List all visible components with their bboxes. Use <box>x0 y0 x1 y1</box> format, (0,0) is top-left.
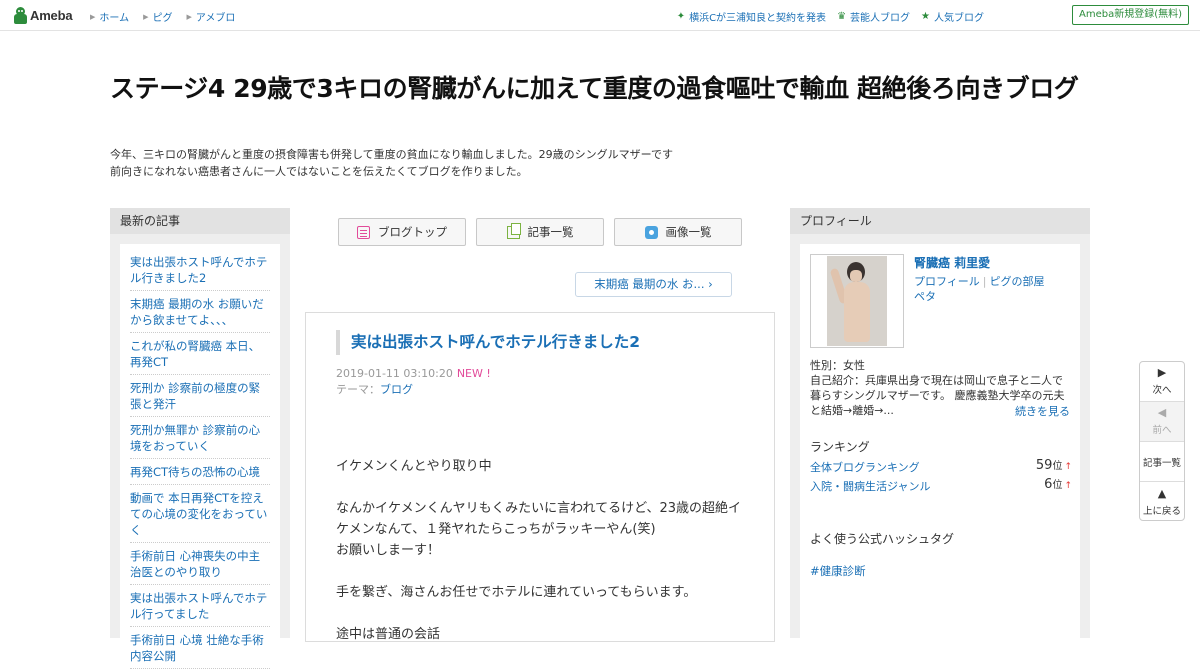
back-to-top-button[interactable]: ▲ 上に戻る <box>1140 482 1184 522</box>
blog-nav-buttons: ブログトップ 記事一覧 画像一覧 <box>338 218 742 246</box>
side-article-list-button[interactable]: 記事一覧 <box>1140 442 1184 482</box>
peta-link[interactable]: ペタ <box>914 290 936 303</box>
header-link-news[interactable]: ✦ 横浜Cが三浦知良と契約を発表 <box>677 9 826 24</box>
profile-heading: プロフィール <box>790 208 1090 234</box>
header-link-popular[interactable]: ★ 人気ブログ <box>921 9 984 24</box>
profile-gender: 性別：女性 <box>810 359 865 372</box>
article-paragraph: 手を繋ぎ、海さんお任せでホテルに連れていってもらいます。 <box>336 585 697 600</box>
triangle-left-icon: ◀ <box>1157 406 1167 419</box>
article-paragraph: なんかイケメンくんヤリもくみたいに言われてるけど、23歳の超絶イケメンなんて、１… <box>336 501 741 558</box>
blog-top-icon <box>357 225 370 239</box>
nav-arrow-icon: ▶ <box>143 12 149 21</box>
sparkle-icon: ✦ <box>676 11 686 22</box>
article-meta: 2019-01-11 03:10:20 NEW ! テーマ：ブログ <box>336 366 491 398</box>
next-article-link[interactable]: 末期癌 最期の水 お... › <box>575 272 732 297</box>
recent-articles-list: 実は出張ホスト呼んでホテル行きました2 末期癌 最期の水 お願いだから飲ませてよ… <box>120 244 280 669</box>
article-paragraph: 途中は普通の会話 <box>336 627 441 642</box>
global-header: Ameba ▶ ホーム ▶ ピグ ▶ アメブロ ✦ 横浜Cが三浦知良と契約を発表 ♛ 芸能… <box>0 0 1200 31</box>
blog-top-button[interactable]: ブログトップ <box>338 218 466 246</box>
recent-articles-heading: 最新の記事 <box>110 208 290 234</box>
header-links: ✦ 横浜Cが三浦知良と契約を発表 ♛ 芸能人ブログ ★ 人気ブログ <box>677 9 984 24</box>
article-date: 2019-01-11 03:10:20 <box>336 367 453 380</box>
nav-arrow-icon: ▶ <box>90 12 96 21</box>
recent-article-link[interactable]: 死刑か 診察前の極度の緊張と発汗 <box>130 378 270 417</box>
recent-articles-panel: 最新の記事 実は出張ホスト呼んでホテル行きました2 末期癌 最期の水 お願いだか… <box>110 208 290 669</box>
rank-up-arrow-icon: ↑ <box>1064 481 1072 491</box>
next-button[interactable]: ▶ 次へ <box>1140 362 1184 402</box>
crown-icon: ♛ <box>837 11 847 22</box>
theme-link[interactable]: ブログ <box>380 383 413 396</box>
blog-description-line: 前向きになれない癌患者さんに一人ではないことを伝えたくてブログを作りました。 <box>110 165 528 178</box>
ranking-value: 6位 ↑ <box>1044 477 1072 492</box>
prev-button[interactable]: ◀ 前へ <box>1140 402 1184 442</box>
chevron-right-icon: › <box>708 277 713 291</box>
register-button[interactable]: Ameba新規登録(無料) <box>1071 5 1189 25</box>
ameba-logo-icon <box>14 7 27 24</box>
new-badge: NEW ! <box>456 367 491 380</box>
hashtag-heading: よく使う公式ハッシュタグ <box>810 532 955 546</box>
nav-ameblo[interactable]: ▶ アメブロ <box>186 9 235 25</box>
read-more-link[interactable]: 続きを見る <box>1015 403 1070 419</box>
nav-arrow-icon: ▶ <box>186 12 192 21</box>
theme-label: テーマ： <box>336 383 380 396</box>
article-body: イケメンくんとやり取り中 なんかイケメンくんヤリもくみたいに言われてるけど、23… <box>336 456 748 666</box>
article-list-icon <box>506 222 521 239</box>
recent-article-link[interactable]: 実は出張ホスト呼んでホテル行ってました <box>130 588 270 627</box>
hashtag-link[interactable]: #健康診断 <box>810 563 866 579</box>
ameba-logo[interactable]: Ameba <box>14 6 73 25</box>
recent-article-link[interactable]: 手術前日 心境 壮絶な手術内容公開 <box>130 630 270 669</box>
profile-panel: プロフィール 腎臓癌 莉里愛 プロフィール | ピグの部屋 ペタ 性別：女性 自己紹… <box>790 208 1090 644</box>
floating-side-nav: ▶ 次へ ◀ 前へ 記事一覧 ▲ 上に戻る <box>1139 361 1185 521</box>
ranking-row: 全体ブログランキング 59位 ↑ <box>810 458 1072 477</box>
recent-article-link[interactable]: 動画で 本日再発CTを控えての心境の変化をおっていく <box>130 488 270 543</box>
ranking-row: 入院・闘病生活ジャンル 6位 ↑ <box>810 477 1072 496</box>
article-list-button[interactable]: 記事一覧 <box>476 218 604 246</box>
triangle-right-icon: ▶ <box>1157 366 1167 379</box>
article: 実は出張ホスト呼んでホテル行きました2 2019-01-11 03:10:20 N… <box>305 312 775 642</box>
pigg-room-link[interactable]: ピグの部屋 <box>990 275 1045 288</box>
logo-text: Ameba <box>30 8 73 23</box>
blog-title[interactable]: ステージ4 29歳で3キロの腎臓がんに加えて重度の過食嘔吐で輸血 超絶後ろ向きブ… <box>110 72 1090 106</box>
ranking-label[interactable]: 入院・闘病生活ジャンル <box>810 480 930 493</box>
camera-icon <box>644 225 658 239</box>
profile-name[interactable]: 腎臓癌 莉里愛 <box>914 254 990 271</box>
article-paragraph: イケメンくんとやり取り中 <box>336 459 492 474</box>
recent-article-link[interactable]: 死刑か無罪か 診察前の心境をおっていく <box>130 420 270 459</box>
profile-photo[interactable] <box>810 254 904 348</box>
recent-article-link[interactable]: これが私の腎臓癌 本日、再発CT <box>130 336 270 375</box>
rank-up-arrow-icon: ↑ <box>1064 462 1072 472</box>
recent-article-link[interactable]: 再発CT待ちの恐怖の心境 <box>130 462 270 485</box>
ranking-value: 59位 ↑ <box>1035 458 1072 473</box>
star-icon: ★ <box>921 11 930 22</box>
triangle-up-icon: ▲ <box>1157 486 1167 500</box>
profile-box: 腎臓癌 莉里愛 プロフィール | ピグの部屋 ペタ 性別：女性 自己紹介：兵庫県出身… <box>800 244 1080 644</box>
profile-links: プロフィール | ピグの部屋 ペタ <box>914 275 1045 303</box>
blog-description: 今年、三キロの腎臓がんと重度の摂食障害も併発して重度の貧血になり輸血しました。2… <box>110 146 750 180</box>
recent-article-link[interactable]: 手術前日 心神喪失の中主治医とのやり取り <box>130 546 270 585</box>
header-link-celebrity[interactable]: ♛ 芸能人ブログ <box>837 9 910 24</box>
nav-home[interactable]: ▶ ホーム <box>90 9 129 25</box>
profile-link[interactable]: プロフィール <box>914 275 980 288</box>
nav-pigg[interactable]: ▶ ピグ <box>143 9 172 25</box>
recent-article-link[interactable]: 実は出張ホスト呼んでホテル行きました2 <box>130 252 270 291</box>
blog-description-line: 今年、三キロの腎臓がんと重度の摂食障害も併発して重度の貧血になり輸血しました。2… <box>110 148 674 161</box>
header-nav: ▶ ホーム ▶ ピグ ▶ アメブロ <box>90 9 235 25</box>
image-list-button[interactable]: 画像一覧 <box>614 218 742 246</box>
recent-article-link[interactable]: 末期癌 最期の水 お願いだから飲ませてよ、、、 <box>130 294 270 333</box>
article-title[interactable]: 実は出張ホスト呼んでホテル行きました2 <box>336 330 640 355</box>
ranking-label[interactable]: 全体ブログランキング <box>810 461 920 474</box>
ranking-heading: ランキング <box>810 440 870 454</box>
